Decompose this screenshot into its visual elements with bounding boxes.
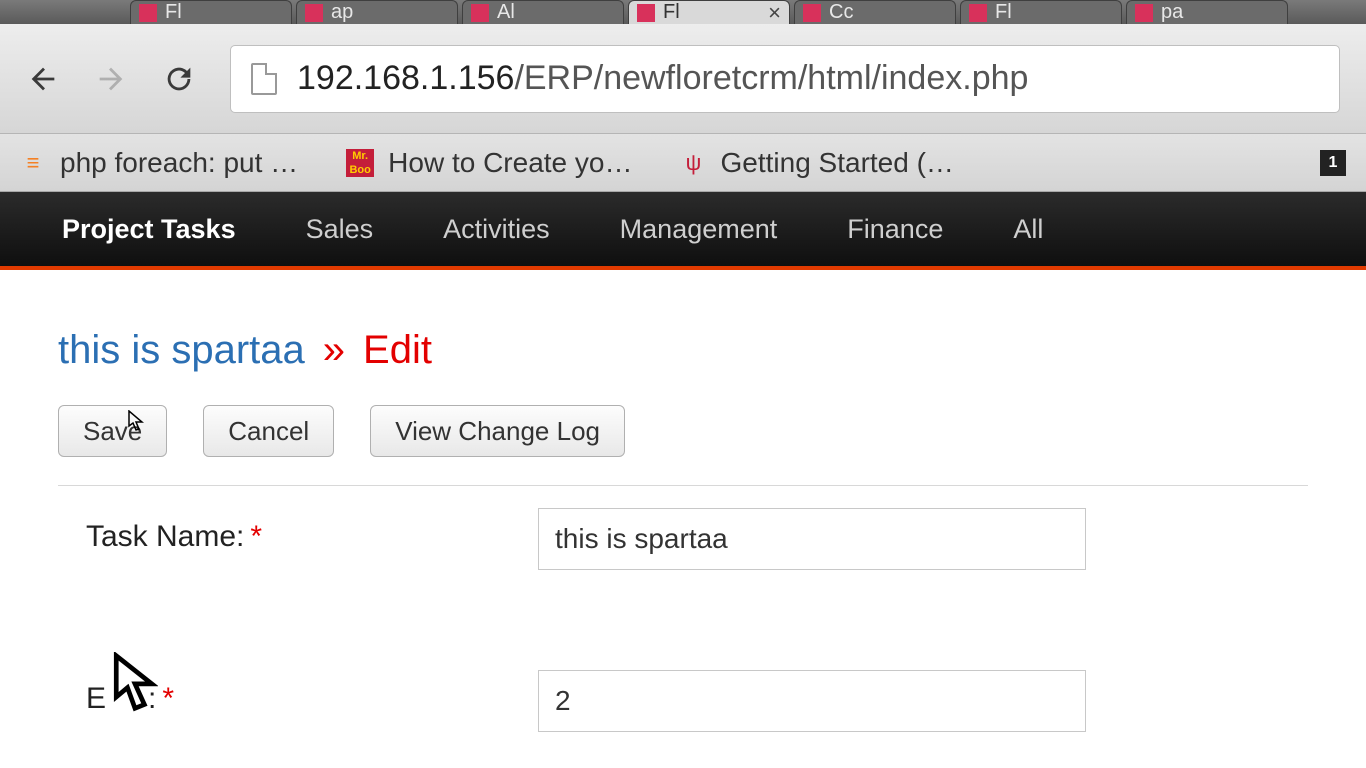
browser-tab[interactable]: Al (462, 0, 624, 24)
tab-title: Cc (829, 1, 947, 24)
favicon-icon (139, 4, 157, 22)
app-nav: Project Tasks Sales Activities Managemen… (0, 192, 1366, 270)
back-button[interactable] (26, 62, 60, 96)
form-row-task-name: Task Name: * (86, 508, 1308, 570)
url-path: /ERP/newfloretcrm/html/index.php (514, 59, 1028, 97)
label-text: Task Name: (86, 520, 244, 554)
task-name-field (538, 508, 1086, 570)
browser-toolbar: 192.168.1.156/ERP/newfloretcrm/html/inde… (0, 24, 1366, 134)
browser-tab[interactable]: Fl (130, 0, 292, 24)
reload-button[interactable] (162, 62, 196, 96)
url-bar[interactable]: 192.168.1.156/ERP/newfloretcrm/html/inde… (230, 45, 1340, 113)
url-host: 192.168.1.156 (297, 59, 514, 97)
firstpost-icon: 1 (1320, 150, 1346, 176)
nav-management[interactable]: Management (620, 214, 778, 245)
bookmark-item[interactable]: Mr.Boo How to Create yo… (346, 147, 632, 179)
browser-tab-active[interactable]: Fl × (628, 0, 790, 24)
bookmark-label: php foreach: put … (60, 147, 298, 179)
forward-button[interactable] (94, 62, 128, 96)
tab-title: ap (331, 1, 449, 24)
breadcrumb-link[interactable]: this is spartaa (58, 328, 305, 373)
breadcrumb-separator: » (323, 328, 345, 373)
form-row-et: E : * (86, 670, 1308, 732)
bookmark-label: How to Create yo… (388, 147, 632, 179)
bookmark-label: Getting Started (… (720, 147, 953, 179)
tab-title: Fl (995, 1, 1113, 24)
bookmark-item[interactable]: 1 (1320, 150, 1346, 176)
favicon-icon (1135, 4, 1153, 22)
favicon-icon (305, 4, 323, 22)
et-field (538, 670, 1086, 732)
page-content: this is spartaa » Edit Save Cancel View … (0, 270, 1366, 768)
breadcrumb: this is spartaa » Edit (58, 328, 1308, 373)
required-marker: * (162, 682, 174, 716)
action-buttons: Save Cancel View Change Log (58, 405, 1308, 457)
nav-activities[interactable]: Activities (443, 214, 550, 245)
save-button[interactable]: Save (58, 405, 167, 457)
bookmark-item[interactable]: ψ Getting Started (… (680, 147, 953, 179)
url-text: 192.168.1.156/ERP/newfloretcrm/html/inde… (297, 59, 1028, 98)
stackoverflow-icon: ≡ (20, 150, 46, 176)
bookmark-item[interactable]: ≡ php foreach: put … (20, 147, 298, 179)
nav-sales[interactable]: Sales (306, 214, 374, 245)
task-name-input[interactable] (538, 508, 1086, 570)
breadcrumb-current: Edit (363, 328, 432, 373)
mrbool-icon: Mr.Boo (346, 149, 374, 177)
label-suffix: : (148, 682, 156, 716)
task-name-label: Task Name: * (86, 508, 538, 554)
nav-project-tasks[interactable]: Project Tasks (62, 214, 236, 245)
browser-tab-strip: Fl ap Al Fl × Cc Fl pa (0, 0, 1366, 24)
favicon-icon (803, 4, 821, 22)
tab-title: Al (497, 1, 615, 24)
cancel-button[interactable]: Cancel (203, 405, 334, 457)
tab-title: Fl (165, 1, 283, 24)
tab-title: pa (1161, 1, 1279, 24)
favicon-icon (471, 4, 489, 22)
page-icon (251, 63, 277, 95)
tab-title: Fl (663, 1, 760, 24)
label-prefix: E (86, 682, 106, 716)
browser-tab[interactable]: Cc (794, 0, 956, 24)
bookmarks-bar: ≡ php foreach: put … Mr.Boo How to Creat… (0, 134, 1366, 192)
nav-all[interactable]: All (1013, 214, 1043, 245)
required-marker: * (250, 520, 262, 554)
close-tab-icon[interactable]: × (768, 0, 781, 26)
edit-form: Task Name: * E : * (58, 485, 1308, 732)
nav-finance[interactable]: Finance (847, 214, 943, 245)
favicon-icon (969, 4, 987, 22)
browser-tab[interactable]: Fl (960, 0, 1122, 24)
browser-tab[interactable]: pa (1126, 0, 1288, 24)
browser-tab[interactable]: ap (296, 0, 458, 24)
et-label: E : * (86, 670, 538, 716)
favicon-icon (637, 4, 655, 22)
view-change-log-button[interactable]: View Change Log (370, 405, 625, 457)
et-input[interactable] (538, 670, 1086, 732)
bsd-demon-icon: ψ (680, 150, 706, 176)
